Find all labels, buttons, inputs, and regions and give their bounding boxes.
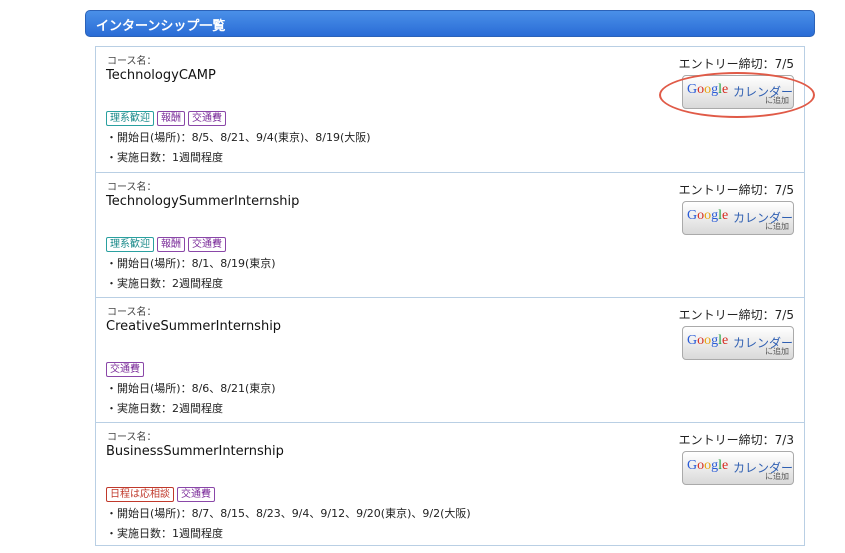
duration-info: ・実施日数：1週間程度 <box>106 151 223 164</box>
course-label: コース名： <box>107 56 157 67</box>
start-date-info: ・開始日(場所)：8/7、8/15、8/23、9/4、9/12、9/20(東京)… <box>106 507 471 520</box>
course-name: TechnologyCAMP <box>106 68 216 83</box>
section-header: インターンシップ一覧 <box>85 10 815 37</box>
start-date-info: ・開始日(場所)：8/5、8/21、9/4(東京)、8/19(大阪) <box>106 131 371 144</box>
tag-schedule-negotiable: 日程は応相談 <box>106 487 174 502</box>
google-logo: Google <box>687 208 729 223</box>
add-label: に追加 <box>765 472 789 481</box>
tag-science-welcome: 理系歓迎 <box>106 111 154 126</box>
google-calendar-add-button[interactable]: Google カレンダー に追加 <box>682 201 794 235</box>
internship-item: コース名： TechnologySummerInternship エントリー締切… <box>96 172 804 297</box>
tag-reward: 報酬 <box>157 237 185 252</box>
entry-deadline: エントリー締切：7/5 <box>678 308 794 322</box>
google-logo: Google <box>687 458 729 473</box>
tag-list: 日程は応相談 交通費 <box>106 487 218 502</box>
course-name: CreativeSummerInternship <box>106 319 282 334</box>
duration-info: ・実施日数：2週間程度 <box>106 277 223 290</box>
section-title: インターンシップ一覧 <box>96 19 226 34</box>
tag-transport: 交通費 <box>188 237 226 252</box>
tag-list: 理系歓迎 報酬 交通費 <box>106 237 229 252</box>
start-date-info: ・開始日(場所)：8/1、8/19(東京) <box>106 257 276 270</box>
tag-transport: 交通費 <box>106 362 144 377</box>
google-logo: Google <box>687 333 729 348</box>
highlight-circle <box>659 72 815 118</box>
entry-deadline: エントリー締切：7/5 <box>678 183 794 197</box>
course-label: コース名： <box>107 432 157 443</box>
tag-reward: 報酬 <box>157 111 185 126</box>
add-label: に追加 <box>765 222 789 231</box>
course-label: コース名： <box>107 182 157 193</box>
entry-deadline: エントリー締切：7/3 <box>678 433 794 447</box>
tag-list: 交通費 <box>106 362 147 377</box>
tag-science-welcome: 理系歓迎 <box>106 237 154 252</box>
duration-info: ・実施日数：2週間程度 <box>106 402 223 415</box>
duration-info: ・実施日数：1週間程度 <box>106 527 223 540</box>
internship-item: コース名： CreativeSummerInternship エントリー締切：7… <box>96 297 804 422</box>
internship-item: コース名： BusinessSummerInternship エントリー締切：7… <box>96 422 804 547</box>
course-name: TechnologySummerInternship <box>106 194 300 209</box>
start-date-info: ・開始日(場所)：8/6、8/21(東京) <box>106 382 276 395</box>
google-calendar-add-button[interactable]: Google カレンダー に追加 <box>682 326 794 360</box>
entry-deadline: エントリー締切：7/5 <box>678 57 794 71</box>
course-name: BusinessSummerInternship <box>106 444 284 459</box>
course-label: コース名： <box>107 307 157 318</box>
tag-list: 理系歓迎 報酬 交通費 <box>106 111 229 126</box>
tag-transport: 交通費 <box>188 111 226 126</box>
internship-list: コース名： TechnologyCAMP エントリー締切：7/5 Google … <box>95 46 805 546</box>
google-calendar-add-button[interactable]: Google カレンダー に追加 <box>682 451 794 485</box>
add-label: に追加 <box>765 347 789 356</box>
tag-transport: 交通費 <box>177 487 215 502</box>
